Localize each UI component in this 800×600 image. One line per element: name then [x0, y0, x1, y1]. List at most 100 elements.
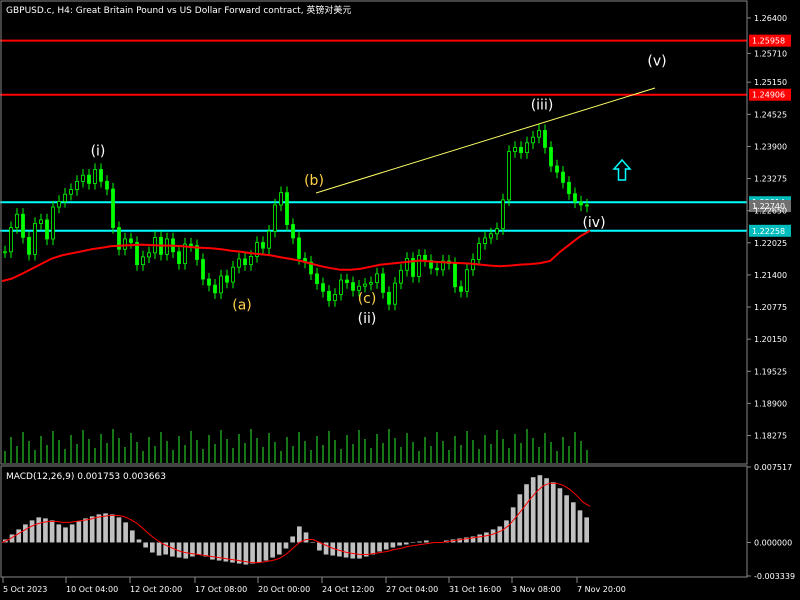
macd-bar — [510, 507, 516, 543]
price-tick-label: 1.22025 — [754, 239, 787, 248]
candle-body — [321, 283, 325, 292]
candle-body — [9, 227, 13, 253]
level-price-label: 1.24906 — [752, 91, 785, 100]
macd-bar — [116, 517, 122, 543]
forex-chart[interactable]: 1.259581.249061.228141.227401.22258 (i)(… — [0, 0, 800, 600]
macd-bar — [504, 520, 509, 543]
macd-bar — [89, 516, 95, 543]
candle-body — [111, 188, 115, 229]
price-tick-label: 1.20775 — [754, 303, 787, 312]
candle-body — [3, 251, 7, 254]
candle-body — [531, 136, 535, 144]
candle-body — [495, 228, 499, 235]
price-tick-label: 1.18900 — [754, 399, 787, 408]
candle-body — [417, 254, 421, 277]
macd-bar — [170, 542, 175, 557]
macd-bar — [76, 521, 82, 543]
candle-body — [141, 256, 145, 266]
price-tick-label: 1.19525 — [754, 367, 787, 376]
time-tick-label: 3 Nov 08:00 — [512, 585, 561, 594]
macd-bar — [109, 514, 115, 543]
candle-body — [189, 243, 193, 247]
price-tick-label: 1.20150 — [754, 335, 787, 344]
candle-body — [507, 151, 511, 201]
candle-body — [267, 230, 271, 249]
candle-body — [45, 219, 49, 240]
macd-bar — [490, 529, 496, 543]
macd-bar — [129, 530, 135, 543]
macd-tick-label: -0.003339 — [754, 572, 795, 581]
candle-body — [375, 273, 379, 284]
macd-bar — [69, 524, 75, 543]
candle-body — [519, 147, 523, 153]
macd-bar — [550, 482, 556, 543]
candle-body — [333, 294, 337, 301]
price-tick-label: 1.23275 — [754, 175, 787, 184]
macd-bar — [484, 532, 489, 543]
macd-label: MACD(12,26,9) 0.001753 0.003663 — [6, 472, 166, 482]
macd-bar — [123, 522, 128, 543]
macd-bar — [283, 542, 289, 549]
macd-bar — [263, 542, 269, 561]
macd-bar — [250, 542, 255, 564]
candle-body — [219, 275, 223, 294]
candle-body — [513, 147, 517, 152]
candle-body — [105, 180, 109, 190]
macd-bar — [303, 532, 309, 543]
macd-bar — [564, 495, 569, 543]
macd-bar — [83, 518, 88, 543]
candle-body — [483, 237, 487, 244]
price-tick-label: 1.24525 — [754, 110, 787, 119]
level-price-label: 1.22258 — [752, 227, 785, 236]
macd-bar — [136, 539, 142, 543]
macd-bar — [350, 542, 356, 559]
candle-body — [315, 273, 319, 285]
candle-body — [201, 259, 205, 280]
price-tick-label: 1.18275 — [754, 432, 787, 441]
candle-body — [489, 233, 493, 239]
wave-label: (b) — [304, 173, 324, 189]
candle-body — [555, 165, 559, 173]
candle-body — [165, 238, 169, 255]
candle-body — [15, 213, 19, 229]
macd-bar — [150, 542, 155, 553]
candle-body — [63, 193, 67, 202]
macd-bar — [357, 542, 362, 559]
candle-body — [237, 258, 241, 268]
candle-body — [285, 192, 289, 225]
macd-bar — [410, 542, 416, 543]
macd-bar — [29, 520, 35, 543]
candle-body — [243, 258, 247, 266]
time-tick-label: 7 Nov 20:00 — [577, 585, 626, 594]
time-tick-label: 17 Oct 08:00 — [195, 585, 247, 594]
wave-label: (ii) — [358, 311, 377, 327]
macd-bar — [196, 542, 202, 555]
wave-label: (i) — [91, 144, 106, 160]
macd-bar — [256, 542, 262, 563]
candle-body — [291, 224, 295, 239]
candle-body — [75, 180, 79, 190]
macd-bar — [544, 478, 549, 543]
macd-bar — [570, 502, 576, 543]
candle-body — [87, 174, 91, 184]
macd-bar — [524, 484, 529, 543]
macd-bar — [36, 517, 42, 543]
macd-bar — [156, 542, 162, 556]
macd-bar — [397, 542, 402, 546]
wave-label: (iv) — [582, 215, 605, 231]
candle-body — [261, 242, 265, 249]
macd-tick-label: 0.007517 — [754, 463, 792, 472]
macd-bar — [530, 477, 536, 543]
candle-body — [579, 201, 583, 206]
candle-body — [501, 199, 505, 230]
macd-bar — [49, 520, 55, 543]
macd-bar — [577, 510, 583, 543]
macd-bar — [103, 513, 108, 543]
candle-body — [39, 219, 43, 224]
candle-body — [387, 291, 391, 305]
candle-body — [423, 254, 427, 261]
candle-body — [543, 130, 547, 148]
macd-bar — [276, 542, 282, 555]
candle-body — [585, 204, 589, 207]
macd-bar — [417, 541, 422, 543]
